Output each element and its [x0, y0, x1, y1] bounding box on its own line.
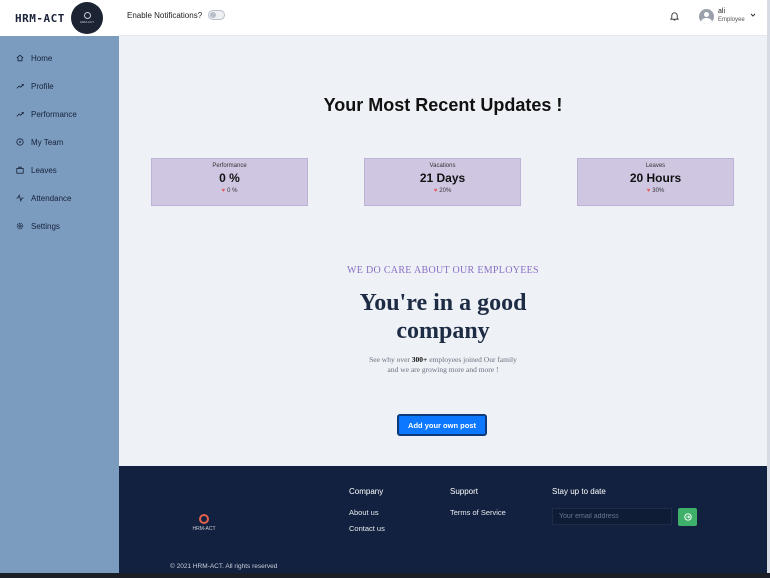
- brand-name: HRM-ACT: [15, 11, 65, 25]
- sidebar-nav: Home Profile Performance My Team Leaves: [0, 44, 119, 240]
- sidebar-item-attendance[interactable]: Attendance: [0, 184, 119, 212]
- subscribe-button[interactable]: [678, 508, 697, 526]
- headline-line-2: company: [396, 318, 490, 344]
- sidebar-item-settings[interactable]: Settings: [0, 212, 119, 240]
- card-trend-value: 20%: [439, 188, 452, 194]
- tagline: WE DO CARE ABOUT OUR EMPLOYEES: [347, 265, 539, 276]
- card-trend: ♥ 30%: [578, 188, 733, 194]
- card-trend: ♥ 0 %: [152, 188, 307, 194]
- top-header: Enable Notifications? ali Employee: [119, 0, 767, 36]
- logo-ring-icon: [199, 514, 209, 524]
- card-label: Vacations: [429, 163, 456, 169]
- terminal-strip: [0, 573, 770, 578]
- subtext-prefix: See why over: [369, 355, 412, 364]
- toggle-knob: [210, 12, 216, 18]
- trend-icon: [15, 109, 25, 119]
- headline: You're in a good company: [119, 289, 767, 345]
- card-trend: ♥ 20%: [365, 188, 520, 194]
- stat-card-leaves: Leaves 20 Hours ♥ 30%: [577, 158, 734, 206]
- gear-icon: [15, 221, 25, 231]
- footer-link-about[interactable]: About us: [349, 508, 379, 517]
- sidebar-item-label: Settings: [31, 221, 60, 231]
- sidebar-item-home[interactable]: Home: [0, 44, 119, 72]
- user-role: Employee: [718, 17, 745, 23]
- footer-support-title: Support: [450, 487, 479, 496]
- logo-ring-icon: [83, 12, 91, 19]
- sidebar-item-label: Profile: [31, 81, 54, 91]
- subtext-line-2: and we are growing more and more !: [387, 365, 499, 374]
- footer-company-title: Company: [349, 487, 384, 496]
- send-icon: [683, 513, 692, 521]
- card-trend-value: 30%: [652, 188, 665, 194]
- footer-logo-text: HRM-ACT: [192, 526, 216, 532]
- home-icon: [15, 53, 25, 63]
- avatar[interactable]: [699, 9, 714, 24]
- card-label: Performance: [212, 163, 247, 169]
- logo-mini-text: HRM-ACT: [80, 20, 94, 24]
- card-value: 0 %: [219, 171, 240, 185]
- subtext: See why over 300+ employees joined Our f…: [119, 355, 767, 375]
- add-post-button[interactable]: Add your own post: [397, 414, 487, 436]
- sidebar-item-profile[interactable]: Profile: [0, 72, 119, 100]
- avatar-head: [704, 12, 709, 17]
- notifications-toggle[interactable]: [208, 10, 225, 20]
- chevron-down-icon[interactable]: [750, 12, 756, 18]
- sidebar-item-performance[interactable]: Performance: [0, 100, 119, 128]
- copyright: © 2021 HRM-ACT. All rights reserved: [170, 563, 278, 570]
- page-title: Your Most Recent Updates !: [323, 95, 563, 115]
- activity-icon: [15, 193, 25, 203]
- subtext-suffix: employees joined Our family: [427, 355, 517, 364]
- avatar-body: [701, 18, 712, 24]
- trend-icon: [15, 81, 25, 91]
- footer-link-terms[interactable]: Terms of Service: [450, 508, 506, 517]
- email-input[interactable]: [559, 513, 669, 520]
- sidebar: HRM-ACT HRM-ACT Home Profile Performance: [0, 0, 119, 573]
- footer-logo: HRM-ACT: [191, 514, 217, 538]
- email-field[interactable]: [552, 508, 672, 525]
- brand-bar: HRM-ACT HRM-ACT: [0, 0, 119, 36]
- sidebar-item-label: My Team: [31, 137, 64, 147]
- sidebar-item-label: Home: [31, 53, 53, 63]
- footer-link-contact[interactable]: Contact us: [349, 524, 385, 533]
- briefcase-icon: [15, 165, 25, 175]
- sidebar-item-my-team[interactable]: My Team: [0, 128, 119, 156]
- card-label: Leaves: [645, 163, 666, 169]
- heart-icon: ♥: [221, 188, 226, 194]
- card-value: 20 Hours: [629, 171, 682, 185]
- subtext-line-1: See why over 300+ employees joined Our f…: [119, 355, 767, 365]
- user-name: ali: [718, 8, 726, 15]
- compass-icon: [15, 137, 25, 147]
- headline-line-1: You're in a good: [359, 290, 527, 316]
- sidebar-item-leaves[interactable]: Leaves: [0, 156, 119, 184]
- main-content: Your Most Recent Updates ! Performance 0…: [119, 37, 767, 466]
- heart-icon: ♥: [646, 188, 651, 194]
- footer: HRM-ACT Company About us Contact us Supp…: [119, 466, 767, 573]
- sidebar-item-label: Leaves: [31, 165, 57, 175]
- footer-newsletter-title: Stay up to date: [552, 487, 606, 496]
- subtext-count: 300+: [411, 355, 428, 364]
- brand-logo: HRM-ACT: [71, 2, 103, 34]
- sidebar-item-label: Attendance: [31, 193, 72, 203]
- card-trend-value: 0 %: [227, 188, 238, 194]
- stat-card-vacations: Vacations 21 Days ♥ 20%: [364, 158, 521, 206]
- heart-icon: ♥: [433, 188, 438, 194]
- bell-icon[interactable]: [670, 11, 679, 21]
- card-value: 21 Days: [419, 171, 466, 185]
- notifications-label: Enable Notifications?: [127, 11, 203, 20]
- sidebar-item-label: Performance: [31, 109, 77, 119]
- stat-card-performance: Performance 0 % ♥ 0 %: [151, 158, 308, 206]
